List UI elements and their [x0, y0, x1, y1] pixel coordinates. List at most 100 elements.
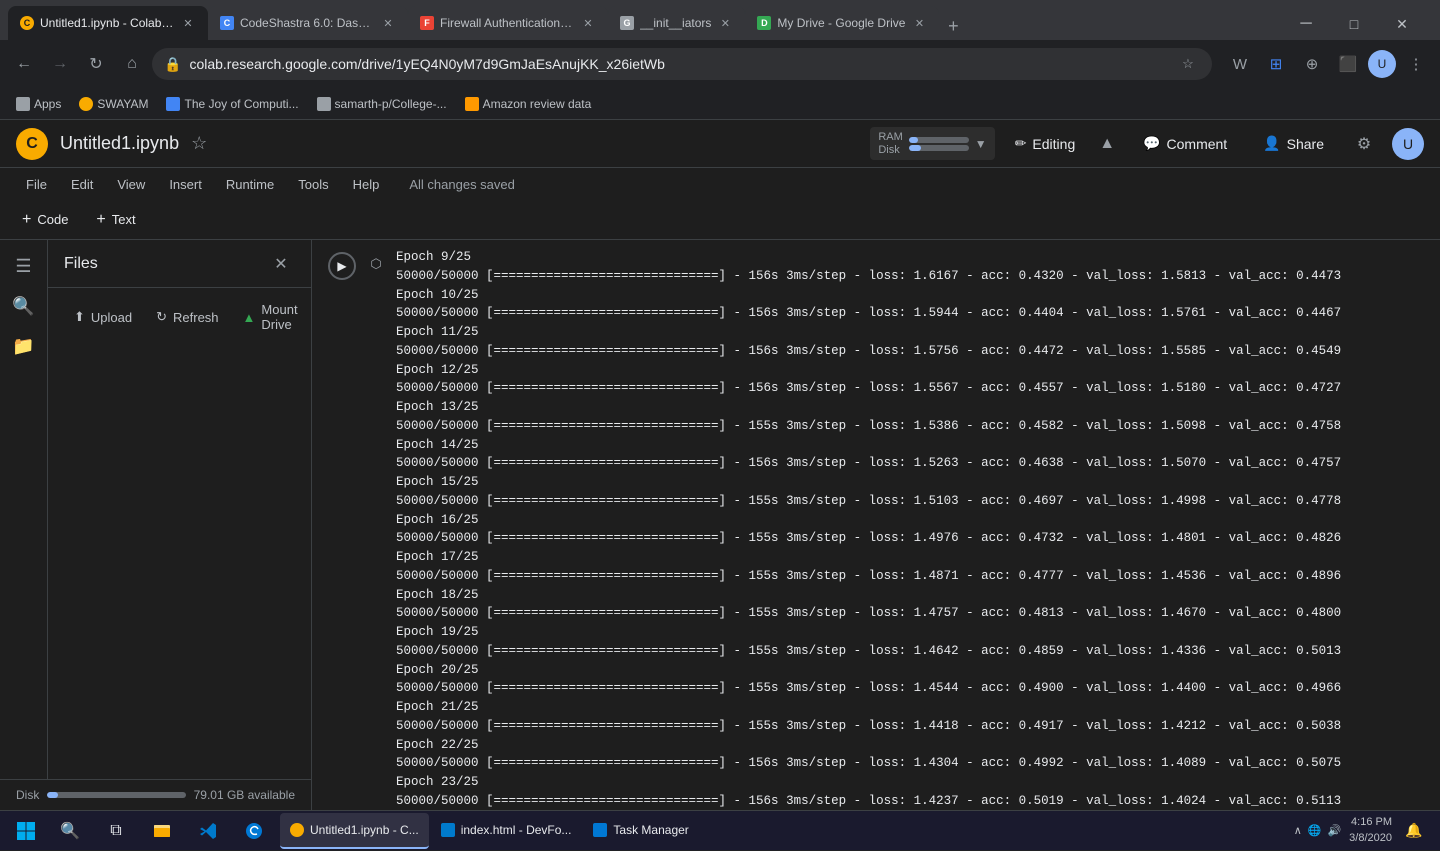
bookmark-swayam[interactable]: SWAYAM: [71, 93, 156, 115]
taskbar-app-taskmanager[interactable]: Task Manager: [583, 813, 698, 849]
edge-icon: [244, 821, 264, 841]
tab-3-close[interactable]: ✕: [580, 15, 596, 31]
sidebar-icon-buttons: ☰ 🔍 📁: [0, 240, 48, 779]
cast-icon[interactable]: ⬛: [1332, 48, 1364, 80]
ram-bar: [909, 137, 969, 143]
share-button[interactable]: 👤 Share: [1251, 129, 1336, 158]
tab-4-label: __init__iators: [640, 16, 711, 30]
tab-3-favicon: F: [420, 16, 434, 30]
sidebar-files-icon[interactable]: 📁: [6, 328, 42, 364]
mount-drive-button[interactable]: ▲ Mount Drive: [233, 296, 308, 338]
bookmark-apps[interactable]: Apps: [8, 93, 69, 115]
disk-info: Disk 79.01 GB available: [0, 779, 311, 810]
home-button[interactable]: ⌂: [116, 48, 148, 80]
taskbar: 🔍 ⧉ Untitled1.ipynb - C...: [0, 810, 1440, 850]
tab-4-close[interactable]: ✕: [717, 15, 733, 31]
user-avatar-colab[interactable]: U: [1392, 128, 1424, 160]
network-icon[interactable]: 🌐: [1308, 824, 1322, 837]
clock-date: 3/8/2020: [1349, 831, 1392, 846]
reload-button[interactable]: ↻: [80, 48, 112, 80]
tab-2[interactable]: C CodeShastra 6.0: Dashboard | De... ✕: [208, 6, 408, 40]
add-text-button[interactable]: + Text: [86, 205, 145, 235]
star-bookmark-icon[interactable]: ☆: [1176, 52, 1200, 76]
tab-5-favicon: D: [757, 16, 771, 30]
expand-icon[interactable]: ▲: [1095, 131, 1119, 157]
notebook-name[interactable]: Untitled1.ipynb: [60, 133, 179, 154]
refresh-button[interactable]: ↻ Refresh: [146, 303, 228, 331]
output-line: 50000/50000 [===========================…: [396, 567, 1424, 586]
new-tab-button[interactable]: +: [939, 12, 967, 40]
start-button[interactable]: [4, 811, 48, 851]
output-line: Epoch 16/25: [396, 511, 1424, 530]
tab-1[interactable]: C Untitled1.ipynb - Colaboratory ✕: [8, 6, 208, 40]
tab-1-close[interactable]: ✕: [180, 15, 196, 31]
share-icon: 👤: [1263, 135, 1280, 152]
sidebar-nav-icon[interactable]: ☰: [6, 248, 42, 284]
volume-icon[interactable]: 🔊: [1327, 824, 1341, 837]
taskbar-edge-icon[interactable]: [232, 811, 276, 851]
menu-help[interactable]: Help: [343, 173, 390, 196]
taskbar-taskview-icon[interactable]: ⧉: [94, 811, 138, 851]
menu-edit[interactable]: Edit: [61, 173, 103, 196]
taskbar-app-colab[interactable]: Untitled1.ipynb - C...: [280, 813, 429, 849]
output-area[interactable]: ▶ ⬡ Epoch 9/2550000/50000 [=============…: [312, 240, 1440, 810]
sidebar-actions: ⬆ Upload ↻ Refresh ▲ Mount Drive: [48, 288, 311, 346]
bookmark-joy[interactable]: The Joy of Computi...: [158, 93, 306, 115]
comment-button[interactable]: 💬 Comment: [1131, 129, 1239, 158]
address-text: colab.research.google.com/drive/1yEQ4N0y…: [189, 56, 1168, 72]
sidebar-search-icon[interactable]: 🔍: [6, 288, 42, 324]
tab-4[interactable]: G __init__iators ✕: [608, 6, 745, 40]
taskbar-explorer-icon[interactable]: [140, 811, 184, 851]
disk-bar-header: [909, 145, 969, 151]
maximize-button[interactable]: □: [1332, 8, 1376, 40]
output-line: Epoch 23/25: [396, 773, 1424, 792]
tab-3[interactable]: F Firewall Authentication Keepaliv... ✕: [408, 6, 608, 40]
cell-extra-button[interactable]: ⬡: [364, 252, 388, 276]
extensions-icon[interactable]: ⊕: [1296, 48, 1328, 80]
cell-controls: ▶ ⬡ Epoch 9/2550000/50000 [=============…: [328, 248, 1424, 810]
tab-2-close[interactable]: ✕: [380, 15, 396, 31]
tray-up-icon[interactable]: ∧: [1294, 824, 1302, 837]
taskbar-app-devfol-label: index.html - DevFo...: [461, 823, 572, 837]
taskmanager-favicon: [593, 823, 607, 837]
sidebar-close-button[interactable]: ✕: [267, 250, 295, 278]
user-avatar[interactable]: U: [1368, 50, 1396, 78]
add-code-button[interactable]: + Code: [12, 205, 78, 235]
ram-disk-indicator[interactable]: RAM Disk ▼: [870, 127, 994, 160]
settings-button[interactable]: ⚙: [1348, 128, 1380, 160]
ram-disk-labels: RAM Disk: [878, 131, 902, 156]
more-options-button[interactable]: ⋮: [1400, 48, 1432, 80]
menu-file[interactable]: File: [16, 173, 57, 196]
taskbar-vscode-icon[interactable]: [186, 811, 230, 851]
close-button[interactable]: ✕: [1380, 8, 1424, 40]
menu-runtime[interactable]: Runtime: [216, 173, 284, 196]
minimize-button[interactable]: ─: [1284, 8, 1328, 40]
output-line: Epoch 13/25: [396, 398, 1424, 417]
back-button[interactable]: ←: [8, 48, 40, 80]
bookmark-amazon[interactable]: Amazon review data: [457, 93, 600, 115]
google-apps-icon[interactable]: ⊞: [1260, 48, 1292, 80]
menu-view[interactable]: View: [107, 173, 155, 196]
star-icon[interactable]: ☆: [191, 133, 207, 154]
bookmark-samarth[interactable]: samarth-p/College-...: [309, 93, 455, 115]
code-label: Code: [37, 212, 68, 227]
tab-5-close[interactable]: ✕: [911, 15, 927, 31]
run-button[interactable]: ▶: [328, 252, 356, 280]
all-changes-saved: All changes saved: [409, 177, 515, 192]
joy-favicon: [166, 97, 180, 111]
address-bar[interactable]: 🔒 colab.research.google.com/drive/1yEQ4N…: [152, 48, 1212, 80]
clock[interactable]: 4:16 PM 3/8/2020: [1349, 815, 1392, 846]
menu-insert[interactable]: Insert: [159, 173, 212, 196]
sidebar: ☰ 🔍 📁 Files ✕ ⬆ Upload: [0, 240, 312, 810]
notification-button[interactable]: 🔔: [1400, 817, 1428, 845]
forward-button[interactable]: →: [44, 48, 76, 80]
taskbar-search-icon[interactable]: 🔍: [48, 811, 92, 851]
upload-button[interactable]: ⬆ Upload: [64, 303, 142, 331]
taskbar-app-devfol[interactable]: index.html - DevFo...: [431, 813, 582, 849]
profile-icon[interactable]: W: [1224, 48, 1256, 80]
colab-app-favicon: [290, 823, 304, 837]
text-label: Text: [112, 212, 136, 227]
tab-5[interactable]: D My Drive - Google Drive ✕: [745, 6, 939, 40]
menu-tools[interactable]: Tools: [288, 173, 338, 196]
output-line: 50000/50000 [===========================…: [396, 792, 1424, 810]
